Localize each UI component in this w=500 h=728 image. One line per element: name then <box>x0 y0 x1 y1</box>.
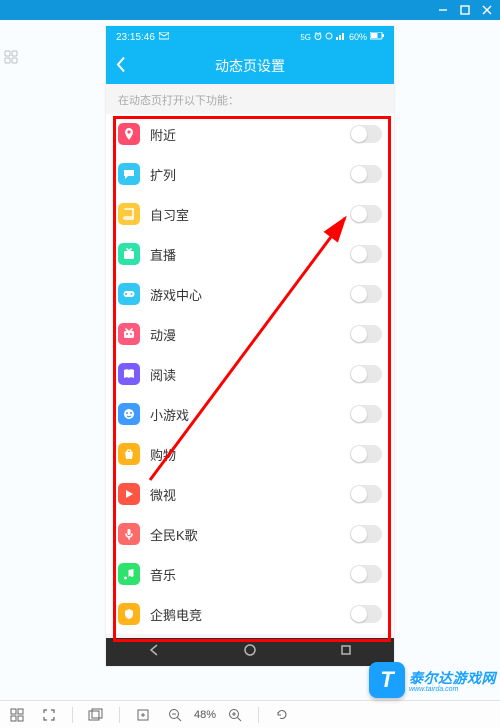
window-maximize-button[interactable] <box>460 5 470 15</box>
item-label: 游戏中心 <box>150 285 340 304</box>
anime-icon <box>118 323 140 345</box>
window-minimize-button[interactable] <box>438 5 448 15</box>
nav-recent-icon[interactable] <box>339 643 353 662</box>
list-item[interactable]: 小游戏 <box>106 394 394 434</box>
status-time: 23:15:46 <box>116 32 155 43</box>
watermark-badge: T <box>369 662 405 698</box>
rotate-icon[interactable] <box>273 706 291 724</box>
zoom-out-icon[interactable] <box>166 706 184 724</box>
zoom-level: 48% <box>194 709 216 721</box>
toggle-switch[interactable] <box>350 445 382 463</box>
item-label: 阅读 <box>150 365 340 384</box>
battery-icon <box>370 32 384 42</box>
viewer-toolbar: 48% <box>0 700 500 728</box>
fit-icon[interactable] <box>134 706 152 724</box>
list-item[interactable]: 微视 <box>106 474 394 514</box>
window-close-button[interactable] <box>482 5 492 15</box>
zoom-in-icon[interactable] <box>226 706 244 724</box>
toggle-switch[interactable] <box>350 485 382 503</box>
back-button[interactable] <box>116 57 126 76</box>
item-label: 购物 <box>150 445 340 464</box>
signal-icon <box>336 32 346 42</box>
chat-icon <box>118 163 140 185</box>
hd-icon: 5G <box>300 33 311 42</box>
toggle-switch[interactable] <box>350 405 382 423</box>
toggle-switch[interactable] <box>350 325 382 343</box>
list-item[interactable]: 附近 <box>106 114 394 154</box>
music-icon <box>118 563 140 585</box>
list-item[interactable]: 动漫 <box>106 314 394 354</box>
item-label: 全民K歌 <box>150 525 340 544</box>
item-label: 扩列 <box>150 165 340 184</box>
list-item[interactable]: 游戏中心 <box>106 274 394 314</box>
list-item[interactable]: 音乐 <box>106 554 394 594</box>
list-item[interactable]: 自习室 <box>106 194 394 234</box>
list-item[interactable]: 购物 <box>106 434 394 474</box>
list-item[interactable]: 企鹅电竞 <box>106 594 394 634</box>
toggle-switch[interactable] <box>350 525 382 543</box>
esports-icon <box>118 603 140 625</box>
phone-screenshot: 23:15:46 5G 60% 动态页设置 在动态页打开以下功能： 附近扩列自习… <box>106 26 394 666</box>
list-item[interactable]: 直播 <box>106 234 394 274</box>
page-title: 动态页设置 <box>215 56 285 76</box>
toggle-switch[interactable] <box>350 285 382 303</box>
toggle-switch[interactable] <box>350 365 382 383</box>
shop-icon <box>118 443 140 465</box>
list-item[interactable]: 全民K歌 <box>106 514 394 554</box>
gamepad-icon <box>118 283 140 305</box>
watermark-title: 泰尔达游戏网 <box>409 668 496 688</box>
toggle-switch[interactable] <box>350 565 382 583</box>
item-label: 自习室 <box>150 205 340 224</box>
book-icon <box>118 203 140 225</box>
battery-text: 60% <box>349 32 367 42</box>
list-item[interactable]: 扩列 <box>106 154 394 194</box>
grid-icon[interactable] <box>8 706 26 724</box>
volume-icon <box>325 32 333 42</box>
toggle-switch[interactable] <box>350 165 382 183</box>
list-item[interactable]: 阅读 <box>106 354 394 394</box>
item-label: 微视 <box>150 485 340 504</box>
toggle-switch[interactable] <box>350 205 382 223</box>
viewer-area: 23:15:46 5G 60% 动态页设置 在动态页打开以下功能： 附近扩列自习… <box>0 20 500 700</box>
fullscreen-icon[interactable] <box>40 706 58 724</box>
android-navbar <box>106 638 394 666</box>
mic-icon <box>118 523 140 545</box>
item-label: 附近 <box>150 125 340 144</box>
play-icon <box>118 483 140 505</box>
toggle-switch[interactable] <box>350 605 382 623</box>
source-watermark: T 泰尔达游戏网 www.tairda.com <box>369 662 496 698</box>
alarm-icon <box>314 32 322 42</box>
item-label: 企鹅电竞 <box>150 605 340 624</box>
separator <box>72 707 73 723</box>
read-icon <box>118 363 140 385</box>
pin-icon <box>118 123 140 145</box>
section-caption: 在动态页打开以下功能： <box>106 84 394 114</box>
separator <box>119 707 120 723</box>
item-label: 直播 <box>150 245 340 264</box>
settings-list: 附近扩列自习室直播游戏中心动漫阅读小游戏购物微视全民K歌音乐企鹅电竞 <box>106 114 394 634</box>
item-label: 动漫 <box>150 325 340 344</box>
gutter-icon <box>4 50 18 69</box>
window-titlebar <box>0 0 500 20</box>
item-label: 小游戏 <box>150 405 340 424</box>
toggle-switch[interactable] <box>350 245 382 263</box>
nav-back-icon[interactable] <box>147 643 161 662</box>
item-label: 音乐 <box>150 565 340 584</box>
toggle-switch[interactable] <box>350 125 382 143</box>
left-gutter <box>4 50 18 83</box>
phone-header: 动态页设置 <box>106 48 394 84</box>
message-icon <box>159 32 169 43</box>
nav-home-icon[interactable] <box>243 643 257 662</box>
phone-statusbar: 23:15:46 5G 60% <box>106 26 394 48</box>
minigame-icon <box>118 403 140 425</box>
gallery-icon[interactable] <box>87 706 105 724</box>
live-icon <box>118 243 140 265</box>
separator <box>258 707 259 723</box>
